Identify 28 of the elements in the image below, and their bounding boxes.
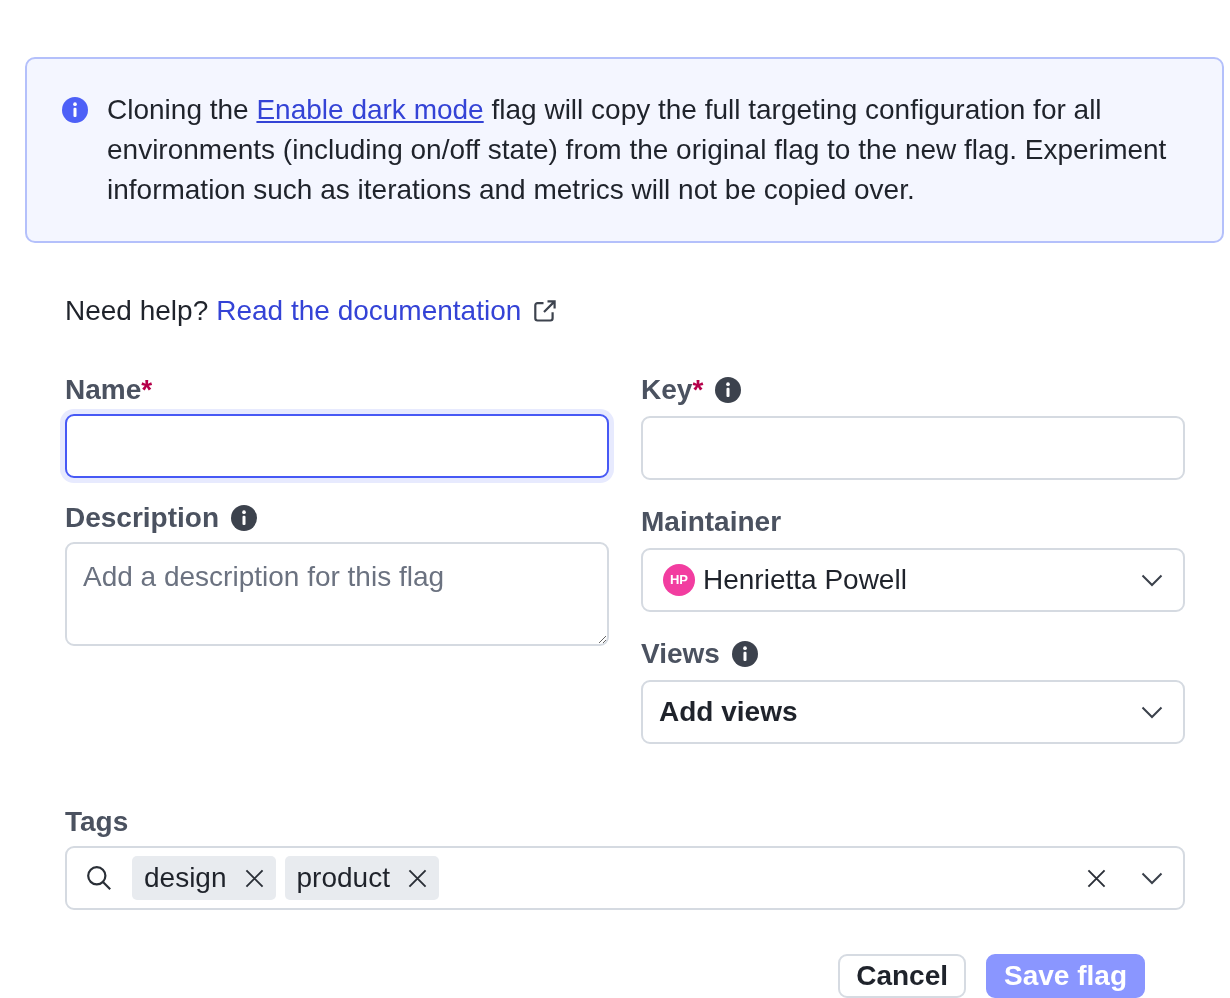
documentation-link[interactable]: Read the documentation (216, 291, 558, 331)
tags-field[interactable]: design product (65, 846, 1185, 910)
text-field[interactable] (65, 414, 609, 478)
field-label: Maintainer (641, 505, 782, 539)
field-label: Key* (641, 373, 704, 407)
tag-chip[interactable]: design (132, 856, 276, 900)
cancel-button[interactable]: Cancel (838, 954, 967, 998)
chevron-down-icon[interactable] (1141, 871, 1163, 885)
flag-link[interactable]: Enable dark mode (256, 94, 484, 125)
field-label: Description (65, 501, 220, 535)
info-message: Cloning the Enable dark mode flag will copy the full targeting configuration for all environments (including on/off state) from the original flag to the new flag. Experiment information such as iterations and metrics will not be copied over. (107, 93, 1168, 207)
chevron-down-icon[interactable] (1141, 705, 1163, 719)
clear-icon[interactable] (1087, 868, 1106, 888)
external-link-icon (533, 299, 558, 323)
help-prompt: Need help? (65, 294, 209, 328)
select-field[interactable]: HP Henrietta Powell (641, 548, 1185, 612)
description-field[interactable]: Add a description for this flag (65, 542, 609, 646)
field-label: Name* (65, 373, 153, 407)
field-label: Tags (65, 805, 129, 839)
tag-chip[interactable]: product (284, 856, 439, 900)
user-avatar: HP (663, 564, 695, 596)
select-field[interactable]: Add views (641, 680, 1185, 744)
search-icon (87, 866, 111, 890)
remove-icon[interactable] (407, 868, 427, 888)
info-icon (62, 97, 88, 123)
field-label: Views (641, 637, 720, 671)
remove-icon[interactable] (244, 868, 264, 888)
chevron-down-icon[interactable] (1141, 573, 1163, 587)
